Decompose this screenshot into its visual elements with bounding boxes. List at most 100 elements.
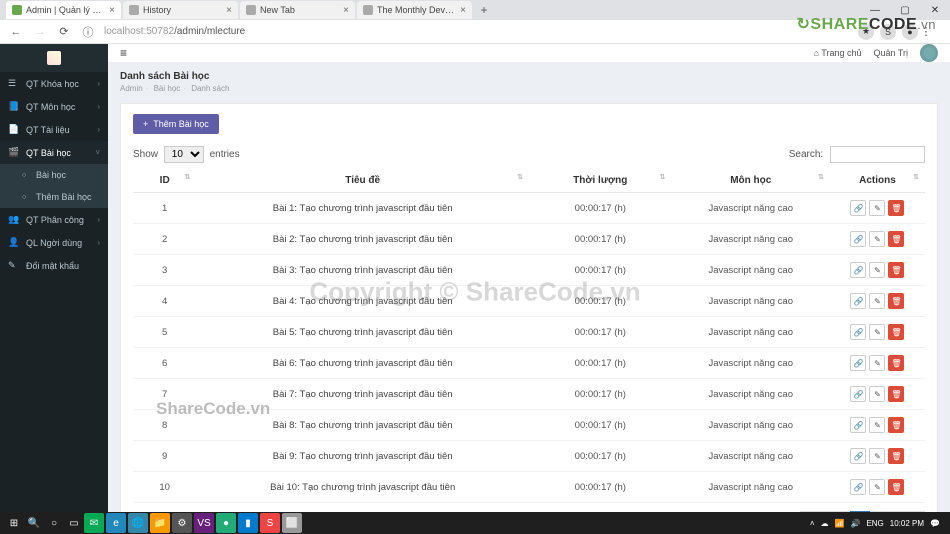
action-delete-button[interactable]: 🗑	[888, 479, 904, 495]
taskbar-app-icon[interactable]: ⬜	[282, 513, 302, 533]
sidebar-item[interactable]: 🎬QT Bài học˅	[0, 141, 108, 164]
action-delete-button[interactable]: 🗑	[888, 231, 904, 247]
taskbar-app-icon[interactable]: VS	[194, 513, 214, 533]
taskbar-app-icon[interactable]: 📁	[150, 513, 170, 533]
action-edit-button[interactable]: ✎	[869, 200, 885, 216]
browser-tab[interactable]: The Monthly Dev: World-Class T…×	[357, 1, 472, 19]
avatar-icon[interactable]	[920, 44, 938, 62]
column-header[interactable]: Actions⇅	[830, 169, 925, 193]
cell-subject: Javascript năng cao	[672, 348, 830, 379]
action-edit-button[interactable]: ✎	[869, 386, 885, 402]
action-delete-button[interactable]: 🗑	[888, 448, 904, 464]
browser-tab[interactable]: History×	[123, 1, 238, 19]
cell-title: Bài 4: Tạo chương trình javascript đầu t…	[196, 286, 529, 317]
action-delete-button[interactable]: 🗑	[888, 417, 904, 433]
taskbar-app-icon[interactable]: ⚙	[172, 513, 192, 533]
cell-id: 3	[133, 255, 196, 286]
topbar-user-label[interactable]: Quản Trị	[873, 48, 908, 58]
action-link-button[interactable]: 🔗	[850, 355, 866, 371]
crumb-mid[interactable]: Bài học	[154, 84, 181, 93]
action-link-button[interactable]: 🔗	[850, 293, 866, 309]
action-edit-button[interactable]: ✎	[869, 448, 885, 464]
chevron-right-icon: ›	[97, 238, 100, 247]
tray-notifications-icon[interactable]: 💬	[930, 519, 940, 528]
windows-start-icon[interactable]: ⊞	[4, 513, 24, 533]
hamburger-icon[interactable]: ≡	[120, 46, 127, 60]
sidebar-subitem[interactable]: ○Thêm Bài học	[0, 186, 108, 208]
tab-close-icon[interactable]: ×	[343, 5, 349, 16]
action-delete-button[interactable]: 🗑	[888, 200, 904, 216]
page-size-select[interactable]: 10	[164, 146, 204, 163]
search-input[interactable]	[830, 146, 925, 163]
topbar-home-link[interactable]: ⌂ Trang chủ	[814, 48, 862, 58]
action-edit-button[interactable]: ✎	[869, 417, 885, 433]
crumb-root[interactable]: Admin	[120, 84, 143, 93]
chevron-right-icon: ›	[97, 102, 100, 111]
tray-wifi-icon[interactable]: 📶	[835, 519, 845, 528]
action-edit-button[interactable]: ✎	[869, 479, 885, 495]
browser-tab[interactable]: Admin | Quản lý Bài học×	[6, 1, 121, 19]
browser-tab[interactable]: New Tab×	[240, 1, 355, 19]
column-header[interactable]: Môn học⇅	[672, 169, 830, 193]
action-link-button[interactable]: 🔗	[850, 324, 866, 340]
cell-subject: Javascript năng cao	[672, 441, 830, 472]
taskbar-app-icon[interactable]: S	[260, 513, 280, 533]
action-edit-button[interactable]: ✎	[869, 324, 885, 340]
search-label: Search:	[789, 149, 823, 160]
action-link-button[interactable]: 🔗	[850, 448, 866, 464]
action-link-button[interactable]: 🔗	[850, 262, 866, 278]
sidebar-item[interactable]: 📘QT Môn học›	[0, 95, 108, 118]
action-delete-button[interactable]: 🗑	[888, 293, 904, 309]
sidebar-item[interactable]: 👤QL Ngời dùng›	[0, 231, 108, 254]
sidebar-item[interactable]: ✎Đổi mật khẩu	[0, 254, 108, 277]
cell-subject: Javascript năng cao	[672, 410, 830, 441]
sidebar-item[interactable]: 👥QT Phân công›	[0, 208, 108, 231]
sidebar-logo[interactable]	[0, 44, 108, 72]
action-link-button[interactable]: 🔗	[850, 417, 866, 433]
add-tab-button[interactable]: +	[474, 3, 494, 17]
action-delete-button[interactable]: 🗑	[888, 386, 904, 402]
column-header[interactable]: Tiêu đề⇅	[196, 169, 529, 193]
action-edit-button[interactable]: ✎	[869, 231, 885, 247]
taskbar-app-icon[interactable]: 🌐	[128, 513, 148, 533]
taskbar-app-icon[interactable]: ●	[216, 513, 236, 533]
nav-forward-icon[interactable]: →	[32, 26, 48, 38]
action-edit-button[interactable]: ✎	[869, 355, 885, 371]
column-header[interactable]: Thời lượng⇅	[529, 169, 672, 193]
task-view-icon[interactable]: ▭	[64, 513, 84, 533]
action-link-button[interactable]: 🔗	[850, 386, 866, 402]
tray-cloud-icon[interactable]: ☁	[821, 519, 829, 528]
column-header[interactable]: ID⇅	[133, 169, 196, 193]
taskbar-app-icon[interactable]: ✉	[84, 513, 104, 533]
action-link-button[interactable]: 🔗	[850, 479, 866, 495]
tray-clock[interactable]: 10:02 PM	[890, 519, 924, 528]
cell-duration: 00:00:17 (h)	[529, 348, 672, 379]
action-edit-button[interactable]: ✎	[869, 262, 885, 278]
cortana-icon[interactable]: ○	[44, 513, 64, 533]
page-length-control: Show 10 entries	[133, 146, 240, 163]
site-info-icon[interactable]: ⓘ	[80, 24, 96, 40]
tab-close-icon[interactable]: ×	[109, 5, 115, 16]
nav-reload-icon[interactable]: ⟳	[56, 25, 72, 38]
action-link-button[interactable]: 🔗	[850, 231, 866, 247]
action-link-button[interactable]: 🔗	[850, 200, 866, 216]
taskbar-search-icon[interactable]: 🔍	[24, 513, 44, 533]
cell-title: Bài 1: Tạo chương trình javascript đầu t…	[196, 193, 529, 224]
nav-back-icon[interactable]: ←	[8, 26, 24, 38]
action-delete-button[interactable]: 🗑	[888, 324, 904, 340]
taskbar-app-icon[interactable]: ▮	[238, 513, 258, 533]
action-delete-button[interactable]: 🗑	[888, 262, 904, 278]
tab-close-icon[interactable]: ×	[460, 5, 466, 16]
tray-chevron-icon[interactable]: ˄	[810, 519, 815, 528]
tab-close-icon[interactable]: ×	[226, 5, 232, 16]
action-delete-button[interactable]: 🗑	[888, 355, 904, 371]
tray-volume-icon[interactable]: 🔊	[850, 519, 860, 528]
tray-lang[interactable]: ENG	[866, 519, 883, 528]
add-lesson-button[interactable]: + Thêm Bài học	[133, 114, 219, 134]
sidebar-item[interactable]: ☰QT Khóa học›	[0, 72, 108, 95]
action-edit-button[interactable]: ✎	[869, 293, 885, 309]
sidebar-subitem[interactable]: ○Bài học	[0, 164, 108, 186]
taskbar-app-icon[interactable]: e	[106, 513, 126, 533]
sidebar-item[interactable]: 📄QT Tài liệu›	[0, 118, 108, 141]
url-text[interactable]: localhost:50782/admin/mlecture	[104, 26, 852, 37]
